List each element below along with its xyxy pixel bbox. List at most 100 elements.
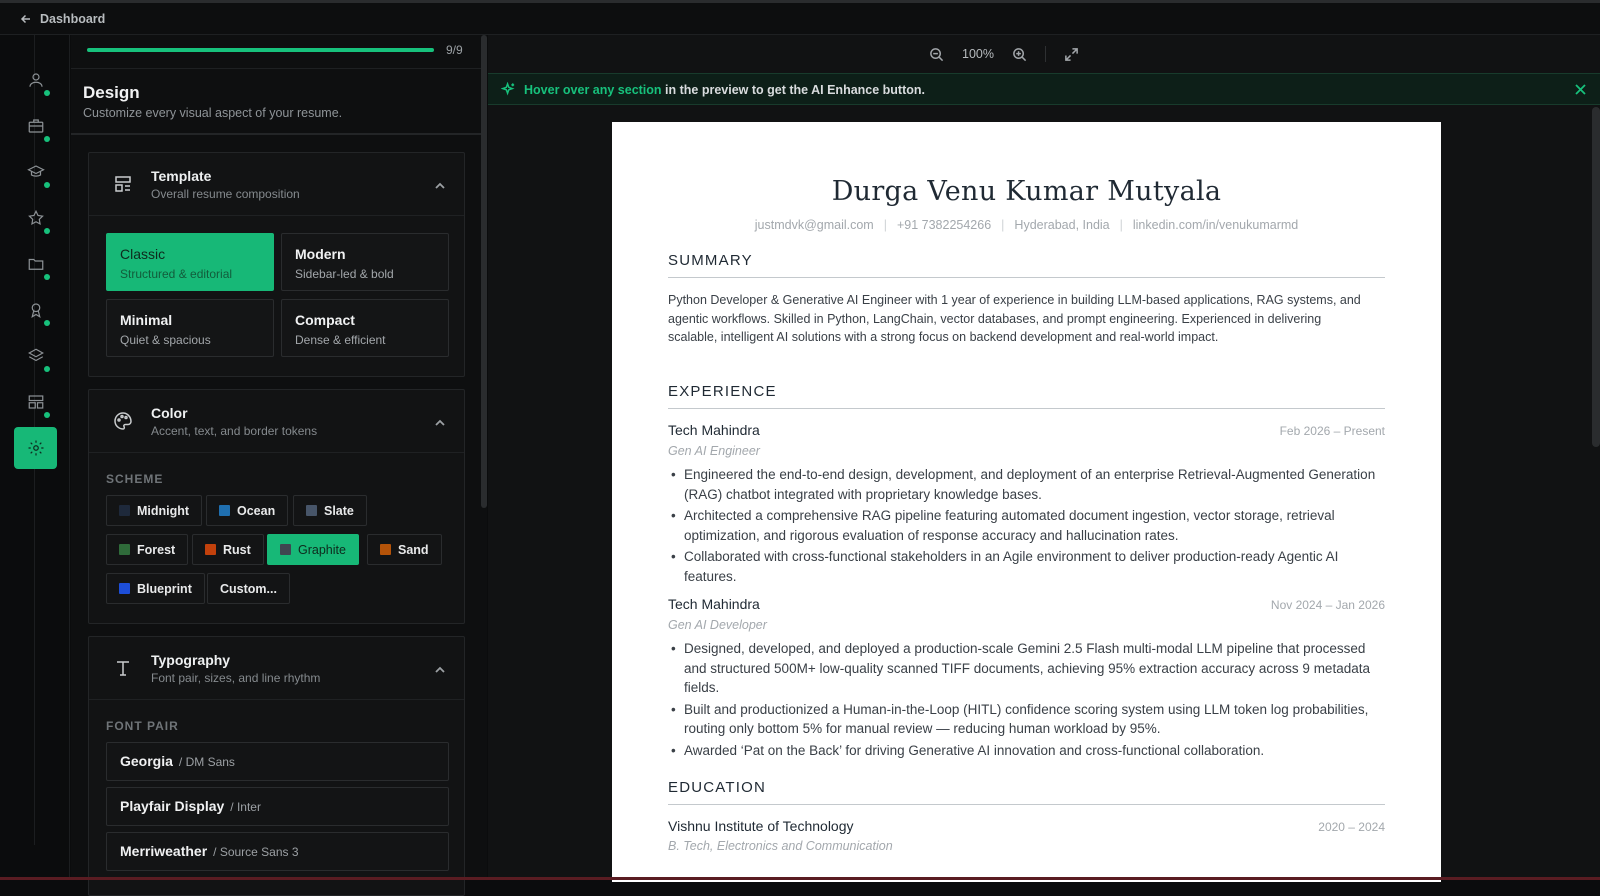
zoom-out-icon[interactable] <box>929 47 944 62</box>
zoom-in-icon[interactable] <box>1012 47 1027 62</box>
scheme-name: Forest <box>137 542 176 557</box>
banner-text: Hover over any section in the preview to… <box>524 83 925 97</box>
contact-phone: +91 7382254266 <box>896 218 992 232</box>
toolbar-divider <box>1044 46 1046 62</box>
font-pair-merriweather[interactable]: Merriweather / Source Sans 3 <box>106 832 449 871</box>
section-rail <box>0 35 70 880</box>
contact-linkedin: linkedin.com/in/venukumarmd <box>1132 218 1299 232</box>
layers-icon <box>27 348 44 362</box>
template-desc: Quiet & spacious <box>120 333 211 347</box>
swatch <box>306 505 317 516</box>
rail-item-certifications[interactable] <box>14 289 57 331</box>
swatch <box>380 544 391 555</box>
layout-template-icon <box>113 174 133 194</box>
award-icon <box>30 303 41 319</box>
rail-item-design[interactable] <box>14 427 57 469</box>
template-name: Minimal <box>120 312 173 328</box>
palette-icon <box>113 411 133 431</box>
complete-dot <box>44 412 50 418</box>
font-heading-name: Playfair Display <box>120 798 225 814</box>
job-bullets: Designed, developed, and deployed a prod… <box>668 639 1385 762</box>
scheme-chip-ocean[interactable]: Ocean <box>206 495 289 526</box>
scheme-name: Sand <box>398 542 429 557</box>
scheme-chip-graphite[interactable]: Graphite <box>267 534 359 565</box>
card-subtitle: Accent, text, and border tokens <box>151 424 318 438</box>
font-pair-playfair[interactable]: Playfair Display / Inter <box>106 787 449 826</box>
template-option-classic[interactable]: Classic Structured & editorial <box>106 233 274 291</box>
complete-dot <box>44 228 50 234</box>
scheme-chip-custom[interactable]: Custom... <box>207 573 290 604</box>
typography-card-header[interactable]: Typography Font pair, sizes, and line rh… <box>89 637 464 700</box>
rail-item-layout[interactable] <box>14 381 57 423</box>
rail-item-education[interactable] <box>14 151 57 193</box>
fullscreen-icon[interactable] <box>1064 47 1079 62</box>
scheme-chip-rust[interactable]: Rust <box>192 534 264 565</box>
briefcase-icon <box>28 119 43 133</box>
complete-dot <box>44 90 50 96</box>
typography-card: Typography Font pair, sizes, and line rh… <box>88 636 465 896</box>
scheme-chip-slate[interactable]: Slate <box>293 495 367 526</box>
template-option-compact[interactable]: Compact Dense & efficient <box>281 299 449 357</box>
list-item: Built and productionized a Human-in-the-… <box>668 700 1385 739</box>
template-option-modern[interactable]: Modern Sidebar-led & bold <box>281 233 449 291</box>
zoom-level: 100% <box>962 47 994 61</box>
graduation-cap-icon <box>26 165 45 177</box>
font-pair-georgia[interactable]: Georgia / DM Sans <box>106 742 449 781</box>
rail-item-extras[interactable] <box>14 335 57 377</box>
font-body-name: / Source Sans 3 <box>213 845 299 859</box>
star-icon <box>27 209 44 226</box>
font-body-name: / Inter <box>230 800 261 814</box>
template-card-header[interactable]: Template Overall resume composition <box>89 153 464 216</box>
contact-email: justmdvk@gmail.com <box>754 218 874 232</box>
edu-school: Vishnu Institute of Technology <box>668 818 854 834</box>
rail-item-skills[interactable] <box>14 197 57 239</box>
color-card-header[interactable]: Color Accent, text, and border tokens <box>89 390 464 453</box>
banner-rest: in the preview to get the AI Enhance but… <box>661 83 926 97</box>
template-option-minimal[interactable]: Minimal Quiet & spacious <box>106 299 274 357</box>
template-card: Template Overall resume composition Clas… <box>88 152 465 377</box>
scheme-label: SCHEME <box>106 472 164 486</box>
job-company: Tech Mahindra <box>668 596 760 612</box>
job-role: Gen AI Engineer <box>668 444 760 458</box>
editor-panel: 9/9 Design Customize every visual aspect… <box>71 35 487 896</box>
job-dates: Feb 2026 – Present <box>1279 424 1385 438</box>
rail-item-personal[interactable] <box>14 59 57 101</box>
panel-scrollbar[interactable] <box>481 35 487 508</box>
job-dates: Nov 2024 – Jan 2026 <box>1270 598 1385 612</box>
swatch <box>219 505 230 516</box>
preview-scrollbar[interactable] <box>1592 107 1600 447</box>
scheme-chip-forest[interactable]: Forest <box>106 534 189 565</box>
page-title: Design <box>83 83 140 102</box>
edu-dates: 2020 – 2024 <box>1318 820 1385 834</box>
scheme-name: Blueprint <box>137 581 192 596</box>
progress-label: 9/9 <box>446 43 463 57</box>
resume-page[interactable]: Durga Venu Kumar Mutyala justmdvk@gmail.… <box>612 122 1441 882</box>
rail-item-experience[interactable] <box>14 105 57 147</box>
font-body-name: / DM Sans <box>178 755 235 769</box>
chevron-up-icon[interactable] <box>434 663 446 675</box>
list-item: Architected a comprehensive RAG pipeline… <box>668 506 1385 545</box>
complete-dot <box>44 182 50 188</box>
scheme-name: Custom... <box>220 581 277 596</box>
banner-highlight: Hover over any section <box>524 83 662 97</box>
scheme-chip-midnight[interactable]: Midnight <box>106 495 203 526</box>
card-title: Color <box>151 405 188 421</box>
resume-contact: justmdvk@gmail.com | +91 7382254266 | Hydera… <box>754 218 1299 232</box>
close-icon[interactable] <box>1574 83 1587 96</box>
page-subtitle: Customize every visual aspect of your re… <box>83 106 343 120</box>
template-desc: Structured & editorial <box>120 267 233 281</box>
folder-icon <box>28 258 43 270</box>
swatch <box>119 544 130 555</box>
chevron-up-icon[interactable] <box>434 416 446 428</box>
font-pair-label: FONT PAIR <box>106 719 179 733</box>
rail-item-projects[interactable] <box>14 243 57 285</box>
arrow-left-icon <box>20 14 30 24</box>
template-name: Compact <box>295 312 355 328</box>
chevron-up-icon[interactable] <box>434 179 446 191</box>
scheme-chip-blueprint[interactable]: Blueprint <box>106 573 205 604</box>
card-subtitle: Overall resume composition <box>151 187 300 201</box>
layout-icon <box>28 395 43 409</box>
scheme-chip-sand[interactable]: Sand <box>367 534 442 565</box>
back-to-dashboard-link[interactable]: Dashboard <box>20 12 105 26</box>
back-label: Dashboard <box>40 12 106 26</box>
